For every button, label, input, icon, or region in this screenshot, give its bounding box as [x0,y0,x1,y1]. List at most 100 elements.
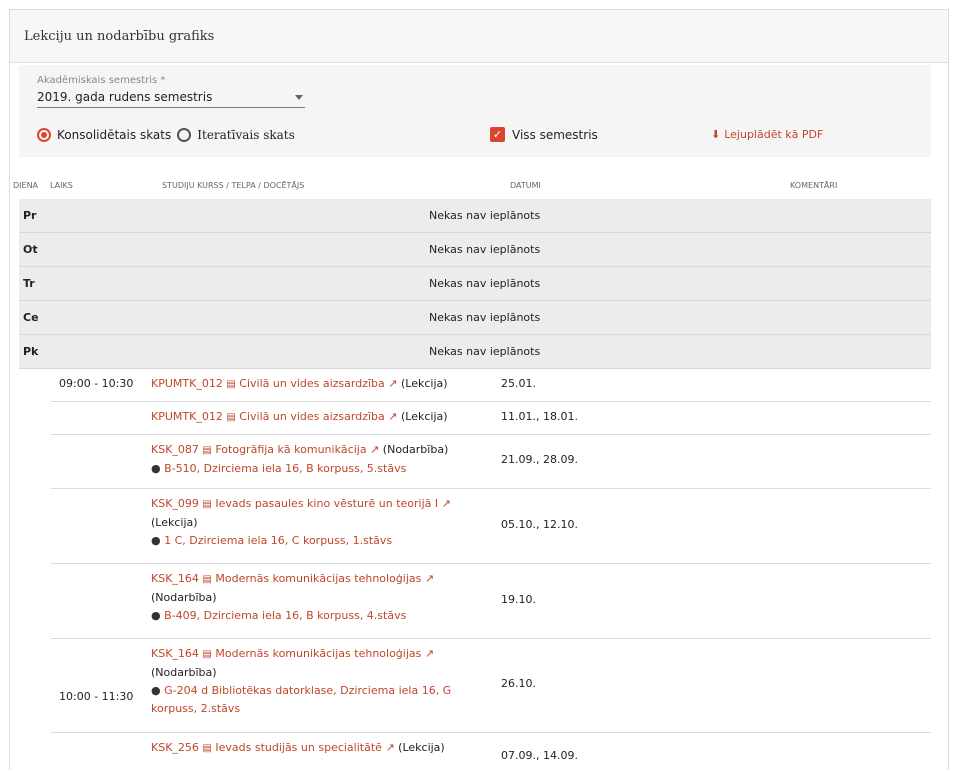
lesson-course: KPUMTK_012 ▤ Civilā un vides aizsardzība… [151,408,481,427]
list-icon: ▤ [202,499,212,510]
course-name-link[interactable]: Ievads pasaules kino vēsturē un teorijā … [215,497,438,510]
list-icon: ▤ [202,649,212,660]
lesson-dates: 26.10. [501,677,536,690]
course-name-link[interactable]: Civilā un vides aizsardzība [239,410,385,423]
lesson-row: KSK_087 ▤ Fotogrāfija kā komunikācija ↗ … [51,434,931,489]
list-icon: ▤ [202,574,212,585]
lesson-dates: 21.09., 28.09. [501,453,578,466]
lesson-dates: 05.10., 12.10. [501,518,578,531]
lesson-course: KSK_164 ▤ Modernās komunikācijas tehnolo… [151,645,481,718]
course-name-link[interactable]: Modernās komunikācijas tehnoloģijas [215,647,421,660]
col-time: LAIKS [50,181,73,190]
lesson-time: 09:00 - 10:30 [59,377,134,390]
col-day: DIENA [13,181,39,190]
course-name-link[interactable]: Fotogrāfija kā komunikācija [215,443,366,456]
day-row: Pr Nekas nav ieplānots [19,199,931,233]
day-row: Ce Nekas nav ieplānots [19,301,931,335]
map-pin-icon: ● [151,684,161,697]
lesson-type: (Nodarbība) [151,666,217,679]
lesson-type: (Lekcija) [151,516,198,529]
lesson-course: KSK_256 ▤ Ievads studijās un specialitāt… [151,739,481,758]
semester-value: 2019. gada rudens semestris [37,90,213,104]
course-code-link[interactable]: KSK_256 [151,741,199,754]
day-abbr: Ot [23,243,38,256]
radio-iterative[interactable] [177,128,192,142]
external-link-icon[interactable]: ↗ [442,497,451,510]
download-pdf-label: Lejuplādēt kā PDF [724,128,824,141]
nothing-planned-text: Nekas nav ieplānots [429,243,541,256]
list-icon: ▤ [202,445,212,456]
lesson-row: KPUMTK_012 ▤ Civilā un vides aizsardzība… [51,401,931,435]
external-link-icon[interactable]: ↗ [385,741,394,754]
list-icon: ▤ [202,743,212,754]
lesson-row: 10:00 - 11:30 KSK_164 ▤ Modernās komunikā… [51,638,931,733]
course-name-link[interactable]: Ievads studijās un specialitātē [215,741,382,754]
col-dates: DATUMI [510,181,541,190]
day-abbr: Pr [23,209,37,222]
nothing-planned-text: Nekas nav ieplānots [429,209,541,222]
course-code-link[interactable]: KSK_164 [151,572,199,585]
day-row: Ot Nekas nav ieplānots [19,233,931,267]
course-code-link[interactable]: KSK_099 [151,497,199,510]
external-link-icon[interactable]: ↗ [388,377,397,390]
view-radio-group: Konsolidētais skats Iteratīvais skats [37,128,301,142]
chevron-down-icon [295,95,303,100]
day-row: Pk Nekas nav ieplānots [19,335,931,369]
lesson-course: KSK_087 ▤ Fotogrāfija kā komunikācija ↗ … [151,441,481,478]
course-code-link[interactable]: KSK_164 [151,647,199,660]
lesson-location[interactable]: G-204 d Bibliotēkas datorklase, Dzirciem… [151,684,451,715]
lesson-course: KSK_099 ▤ Ievads pasaules kino vēsturē u… [151,495,481,550]
lesson-row: KSK_256 ▤ Ievads studijās un specialitāt… [51,732,931,772]
filters-bar: Akadēmiskais semestris * 2019. gada rude… [19,65,931,157]
lesson-course: KSK_164 ▤ Modernās komunikācijas tehnolo… [151,570,481,625]
lesson-dates: 07.09., 14.09. [501,749,578,762]
course-name-link[interactable]: Modernās komunikācijas tehnoloģijas [215,572,421,585]
list-icon: ▤ [226,379,236,390]
lesson-row: KSK_099 ▤ Ievads pasaules kino vēsturē u… [51,488,931,564]
radio-consolidated-label[interactable]: Konsolidētais skats [57,128,171,142]
map-pin-icon: ● [151,462,161,475]
course-name-link[interactable]: Civilā un vides aizsardzība [239,377,385,390]
day-row: Tr Nekas nav ieplānots [19,267,931,301]
lesson-dates: 19.10. [501,593,536,606]
checkmark-icon: ✓ [490,127,505,142]
lesson-type: (Nodarbība) [151,591,217,604]
lesson-row: 09:00 - 10:30 KPUMTK_012 ▤ Civilā un vide… [51,368,931,402]
external-link-icon[interactable]: ↗ [370,443,379,456]
lesson-location[interactable]: B-510, Dzirciema iela 16, B korpuss, 5.s… [164,462,406,475]
map-pin-icon: ● [151,534,161,547]
day-abbr: Ce [23,311,39,324]
map-pin-icon: ● [151,609,161,622]
lesson-type: (Lekcija) [398,741,445,754]
list-icon: ▤ [226,412,236,423]
external-link-icon[interactable]: ↗ [425,647,434,660]
course-code-link[interactable]: KPUMTK_012 [151,410,223,423]
col-course: STUDIJU KURSS / TELPA / DOCĒTĀJS [162,181,305,190]
nothing-planned-text: Nekas nav ieplānots [429,311,541,324]
whole-semester-label: Viss semestris [512,127,598,142]
nothing-planned-text: Nekas nav ieplānots [429,277,541,290]
lesson-course: KPUMTK_012 ▤ Civilā un vides aizsardzība… [151,375,481,394]
semester-label: Akadēmiskais semestris * [37,75,166,86]
course-code-link[interactable]: KPUMTK_012 [151,377,223,390]
download-pdf-link[interactable]: ⬇ Lejuplādēt kā PDF [711,128,823,141]
radio-iterative-label[interactable]: Iteratīvais skats [197,128,295,142]
panel-title: Lekciju un nodarbību grafiks [10,10,948,63]
semester-select[interactable]: 2019. gada rudens semestris [37,87,305,108]
external-link-icon[interactable]: ↗ [425,572,434,585]
lesson-location[interactable]: B-409, Dzirciema iela 16, B korpuss, 4.s… [164,609,406,622]
lesson-time: 10:00 - 11:30 [59,690,134,703]
nothing-planned-text: Nekas nav ieplānots [429,345,541,358]
col-comments: KOMENTĀRI [790,181,838,190]
course-code-link[interactable]: KSK_087 [151,443,199,456]
lesson-location[interactable]: 1 C, Dzirciema iela 16, C korpuss, 1.stā… [164,534,392,547]
radio-consolidated[interactable] [37,128,51,142]
lesson-type: (Lekcija) [401,410,448,423]
external-link-icon[interactable]: ↗ [388,410,397,423]
lesson-dates: 11.01., 18.01. [501,410,578,423]
lesson-dates: 25.01. [501,377,536,390]
day-abbr: Pk [23,345,39,358]
table-header: DIENA LAIKS STUDIJU KURSS / TELPA / DOCĒ… [10,181,948,201]
whole-semester-checkbox[interactable]: ✓ Viss semestris [490,127,598,142]
day-abbr: Tr [23,277,35,290]
